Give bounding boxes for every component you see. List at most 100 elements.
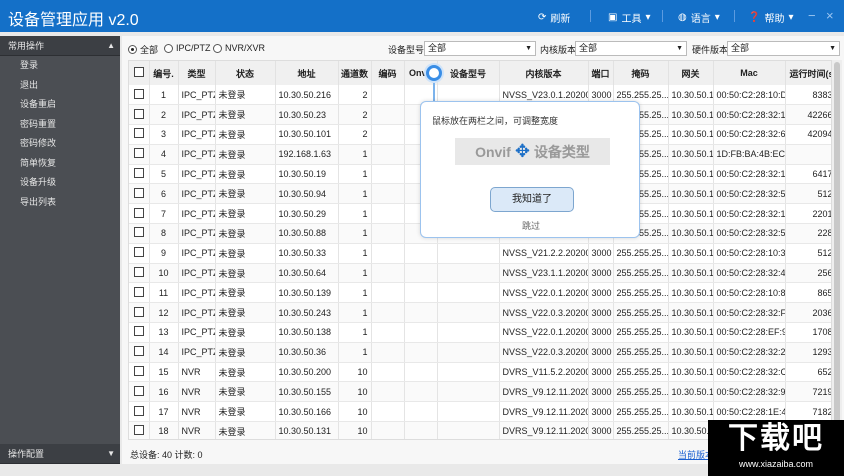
row-checkbox[interactable] bbox=[133, 425, 144, 436]
help-menu[interactable]: ❓ 帮助 ▾ bbox=[748, 10, 793, 25]
resize-demo-image: Onvif ✥ 设备类型 bbox=[455, 138, 610, 165]
row-checkbox[interactable] bbox=[133, 286, 144, 297]
row-select-cell[interactable] bbox=[129, 223, 150, 244]
sidebar-section-config[interactable]: 操作配置 ▼ bbox=[0, 444, 120, 464]
caret-up-icon: ▲ bbox=[107, 41, 115, 50]
table-cell: 10.30.50.216 bbox=[275, 85, 339, 106]
sidebar-item[interactable]: 设备重启 bbox=[0, 95, 120, 115]
table-row[interactable]: 17NVR未登录10.30.50.16610 DVRS_V9.12.11.2020… bbox=[129, 401, 831, 423]
table-row[interactable]: 16NVR未登录10.30.50.15510 DVRS_V9.12.11.2020… bbox=[129, 381, 831, 403]
table-cell: 10.30.50.1 bbox=[668, 183, 714, 205]
sidebar-item[interactable]: 导出列表 bbox=[0, 193, 120, 213]
row-checkbox[interactable] bbox=[133, 187, 144, 198]
table-cell: 未登录 bbox=[215, 203, 276, 225]
skip-link[interactable]: 跳过 bbox=[421, 219, 641, 232]
row-select-cell[interactable] bbox=[129, 164, 150, 185]
table-row[interactable]: 10 IPC_PTZ 未登录 10.30.50.64 1 NVSS_V23.1.1.202… bbox=[129, 263, 831, 284]
column-header[interactable]: 掩码 bbox=[613, 61, 669, 85]
row-checkbox[interactable] bbox=[133, 326, 144, 337]
table-row[interactable]: 15NVR未登录10.30.50.20010 DVRS_V11.5.2.20200… bbox=[129, 362, 831, 383]
minimize-button[interactable]: − bbox=[808, 8, 816, 23]
device-model-select[interactable]: 全部 ▼ bbox=[424, 41, 536, 56]
row-select-cell[interactable] bbox=[129, 85, 150, 106]
row-select-cell[interactable] bbox=[129, 421, 150, 439]
got-it-button[interactable]: 我知道了 bbox=[490, 187, 574, 212]
row-select-cell[interactable] bbox=[129, 401, 150, 423]
radio-nvr-xvr[interactable]: NVR/XVR bbox=[213, 43, 265, 53]
row-select-cell[interactable] bbox=[129, 302, 150, 324]
column-header[interactable]: 设备型号 bbox=[437, 61, 500, 85]
column-header[interactable]: 端口 bbox=[588, 61, 614, 85]
row-select-cell[interactable] bbox=[129, 124, 150, 145]
watermark-url: www.xiazaiba.com bbox=[738, 459, 814, 469]
column-header[interactable]: 类型 bbox=[178, 61, 216, 85]
row-checkbox[interactable] bbox=[133, 227, 144, 238]
row-select-cell[interactable] bbox=[129, 183, 150, 205]
row-select-cell[interactable] bbox=[129, 322, 150, 343]
row-select-cell[interactable] bbox=[129, 282, 150, 304]
table-row[interactable]: 14 IPC_PTZ 未登录 10.30.50.36 1 NVSS_V22.0.3.202… bbox=[129, 342, 831, 363]
column-header[interactable]: 编号. bbox=[149, 61, 179, 85]
sidebar-item[interactable]: 退出 bbox=[0, 76, 120, 96]
close-button[interactable]: × bbox=[826, 8, 834, 23]
column-header[interactable]: 编码 bbox=[371, 61, 405, 85]
select-all-checkbox[interactable] bbox=[133, 67, 144, 77]
sidebar-item[interactable]: 密码重置 bbox=[0, 115, 120, 135]
row-checkbox[interactable] bbox=[133, 346, 144, 357]
hardware-version-select[interactable]: 全部 ▼ bbox=[727, 41, 840, 56]
column-header[interactable]: 通道数 bbox=[338, 61, 372, 85]
column-header[interactable]: 状态 bbox=[215, 61, 276, 85]
radio-ipc-ptz[interactable]: IPC/PTZ bbox=[164, 43, 211, 53]
table-cell: 未登录 bbox=[215, 302, 276, 324]
row-checkbox[interactable] bbox=[133, 128, 144, 139]
language-menu[interactable]: ◍ 语言 ▾ bbox=[678, 10, 720, 25]
table-cell bbox=[371, 342, 405, 363]
radio-all[interactable]: 全部 bbox=[128, 43, 158, 56]
row-checkbox[interactable] bbox=[133, 306, 144, 317]
row-select-cell[interactable] bbox=[129, 381, 150, 403]
row-checkbox[interactable] bbox=[133, 405, 144, 416]
row-select-cell[interactable] bbox=[129, 203, 150, 225]
caret-down-icon: ▾ bbox=[645, 12, 651, 23]
tools-menu[interactable]: ▣ 工具 ▾ bbox=[608, 10, 650, 25]
row-select-cell[interactable] bbox=[129, 243, 150, 264]
row-checkbox[interactable] bbox=[133, 207, 144, 218]
sidebar-item[interactable]: 简单恢复 bbox=[0, 154, 120, 174]
row-select-cell[interactable] bbox=[129, 342, 150, 363]
kernel-version-select[interactable]: 全部 ▼ bbox=[575, 41, 687, 56]
sidebar-section-common[interactable]: 常用操作 ▲ bbox=[0, 36, 120, 56]
column-header[interactable]: Mac bbox=[713, 61, 786, 85]
table-cell: 1 bbox=[338, 342, 372, 363]
row-checkbox[interactable] bbox=[133, 148, 144, 159]
vertical-scrollbar[interactable] bbox=[832, 60, 842, 440]
sidebar-item[interactable]: 密码修改 bbox=[0, 134, 120, 154]
table-cell bbox=[371, 104, 405, 126]
column-header[interactable]: 网关 bbox=[668, 61, 714, 85]
column-header[interactable]: 内核版本 bbox=[499, 61, 589, 85]
row-checkbox[interactable] bbox=[133, 366, 144, 377]
refresh-button[interactable]: ⟳ 刷新 bbox=[538, 10, 570, 25]
table-cell bbox=[404, 322, 438, 343]
row-select-cell[interactable] bbox=[129, 104, 150, 126]
column-header[interactable]: 运行时间(s) bbox=[785, 61, 831, 85]
row-checkbox[interactable] bbox=[133, 267, 144, 278]
row-checkbox[interactable] bbox=[133, 385, 144, 396]
row-select-cell[interactable] bbox=[129, 263, 150, 284]
row-checkbox[interactable] bbox=[133, 108, 144, 119]
sidebar-item[interactable]: 登录 bbox=[0, 56, 120, 76]
table-cell: 9 bbox=[149, 243, 179, 264]
row-checkbox[interactable] bbox=[133, 88, 144, 99]
row-select-cell[interactable] bbox=[129, 144, 150, 165]
table-row[interactable]: 12 IPC_PTZ 未登录 10.30.50.243 1 NVSS_V22.0.3.20… bbox=[129, 302, 831, 324]
table-row[interactable]: 11 IPC_PTZ 未登录 10.30.50.139 1 NVSS_V22.0.1.20… bbox=[129, 282, 831, 304]
column-header[interactable]: 地址 bbox=[275, 61, 339, 85]
table-cell: 未登录 bbox=[215, 342, 276, 363]
table-row[interactable]: 9 IPC_PTZ 未登录 10.30.50.33 1 NVSS_V21.2.2.2020… bbox=[129, 243, 831, 264]
table-row[interactable]: 13 IPC_PTZ 未登录 10.30.50.138 1 NVSS_V22.0.1.20… bbox=[129, 322, 831, 343]
row-select-cell[interactable] bbox=[129, 362, 150, 383]
select-all-header[interactable] bbox=[129, 61, 150, 85]
row-checkbox[interactable] bbox=[133, 168, 144, 179]
scrollbar-thumb[interactable] bbox=[834, 62, 840, 438]
row-checkbox[interactable] bbox=[133, 247, 144, 258]
sidebar-item[interactable]: 设备升级 bbox=[0, 173, 120, 193]
